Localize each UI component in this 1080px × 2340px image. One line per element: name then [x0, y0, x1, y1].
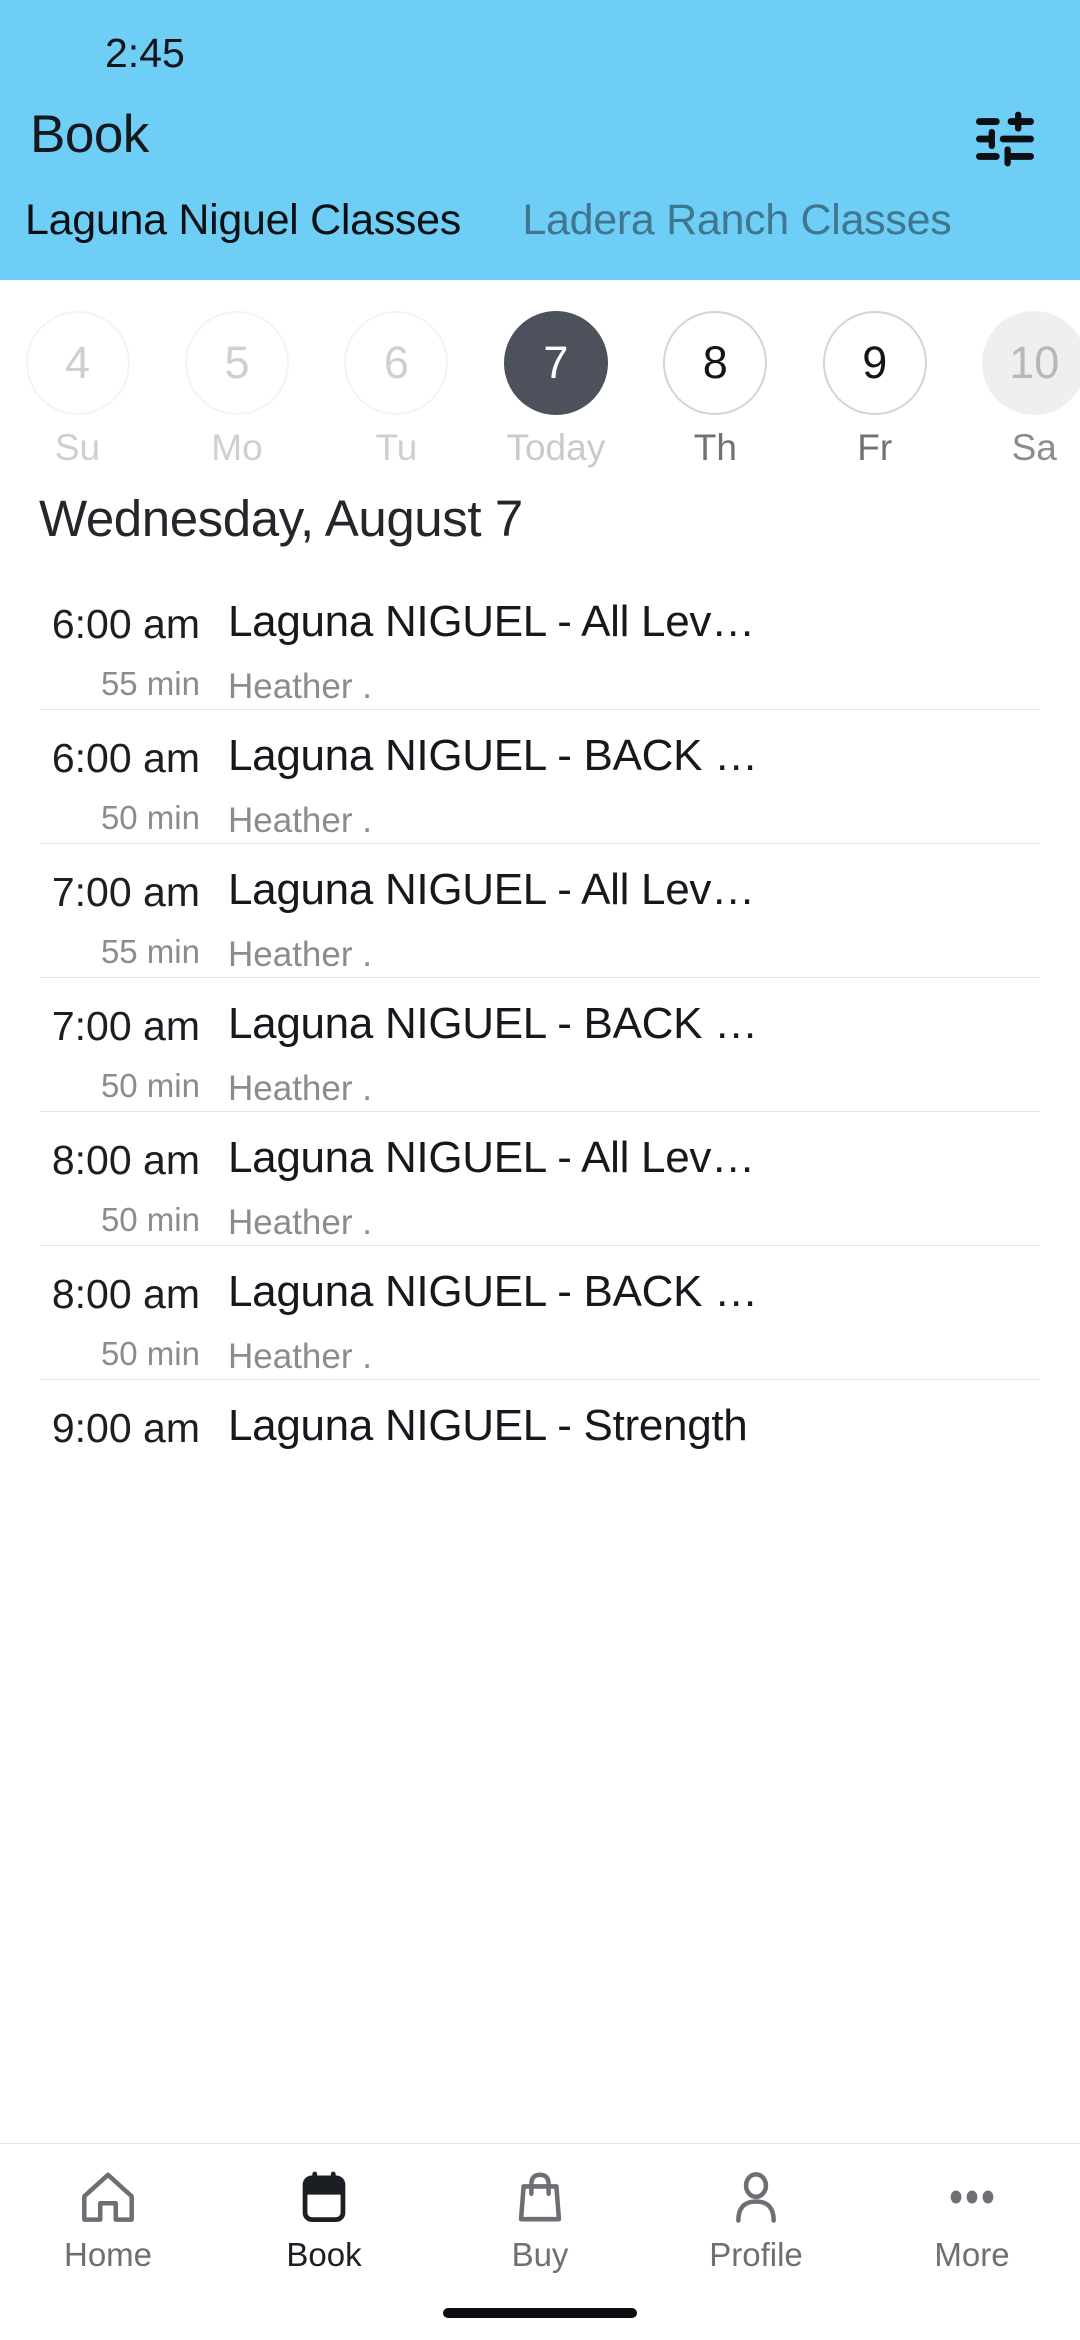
table-row[interactable]: 9:00 am Laguna NIGUEL - Strength [0, 1379, 1080, 1513]
date-strip[interactable]: 4 Su 5 Mo 6 Tu 7 Today 8 Th 9 Fr 10 Sa [0, 280, 1080, 480]
nav-label: Buy [511, 2236, 569, 2273]
date-number[interactable]: 9 [822, 311, 927, 415]
date-weekday: Fr [857, 427, 893, 468]
class-time: 6:00 am [51, 601, 200, 647]
date-cell-4[interactable]: 4 Su [0, 280, 155, 469]
date-weekday: Today [506, 427, 606, 468]
class-instructor: Heather . [228, 1069, 372, 1108]
status-bar: 2:45 [0, 0, 1080, 100]
date-weekday: Tu [375, 427, 418, 468]
class-duration: 50 min [100, 1335, 200, 1372]
date-number[interactable]: 4 [25, 311, 130, 415]
table-row[interactable]: 8:00 am 50 min Laguna NIGUEL - BACK … He… [0, 1245, 1080, 1379]
table-row[interactable]: 8:00 am 50 min Laguna NIGUEL - All Lev… … [0, 1111, 1080, 1245]
date-cell-6[interactable]: 6 Tu [319, 280, 474, 469]
class-time: 7:00 am [51, 869, 200, 915]
day-heading: Wednesday, August 7 [39, 490, 523, 547]
date-cell-9[interactable]: 9 Fr [797, 280, 952, 469]
class-name: Laguna NIGUEL - BACK … [228, 999, 758, 1048]
filter-button[interactable] [972, 110, 1038, 168]
class-name: Laguna NIGUEL - BACK … [228, 731, 758, 780]
class-time: 6:00 am [51, 735, 200, 781]
bag-icon [512, 2168, 568, 2226]
tab-laguna-niguel-classes[interactable]: Laguna Niguel Classes [25, 196, 461, 245]
location-tab-bar[interactable]: Laguna Niguel Classes Ladera Ranch Class… [0, 196, 1080, 280]
date-number[interactable]: 6 [344, 311, 449, 415]
class-name: Laguna NIGUEL - All Lev… [228, 1133, 755, 1182]
nav-label: More [934, 2236, 1010, 2273]
table-row[interactable]: 7:00 am 55 min Laguna NIGUEL - All Lev… … [0, 843, 1080, 977]
class-list[interactable]: 6:00 am 55 min Laguna NIGUEL - All Lev… … [0, 575, 1080, 2143]
class-instructor: Heather . [228, 667, 372, 706]
date-number[interactable]: 5 [184, 311, 289, 415]
class-name: Laguna NIGUEL - BACK … [228, 1267, 758, 1316]
nav-item-more[interactable]: More [864, 2168, 1080, 2274]
class-instructor: Heather . [228, 801, 372, 840]
class-instructor: Heather . [228, 1337, 372, 1376]
person-icon [728, 2168, 784, 2226]
date-number[interactable]: 7 [503, 311, 608, 415]
table-row[interactable]: 6:00 am 50 min Laguna NIGUEL - BACK … He… [0, 709, 1080, 843]
class-time: 8:00 am [51, 1271, 200, 1317]
nav-item-book[interactable]: Book [216, 2168, 432, 2274]
home-icon [80, 2168, 136, 2226]
page-title: Book [30, 105, 149, 164]
date-cell-7-today-selected[interactable]: 7 Today [478, 280, 633, 469]
nav-label: Book [286, 2236, 362, 2273]
class-duration: 50 min [100, 799, 200, 836]
class-duration: 55 min [100, 933, 200, 970]
nav-item-buy[interactable]: Buy [432, 2168, 648, 2274]
class-name: Laguna NIGUEL - All Lev… [228, 865, 755, 914]
bottom-navigation-bar[interactable]: Home Book Buy Profile More [0, 2143, 1080, 2340]
nav-item-profile[interactable]: Profile [648, 2168, 864, 2274]
status-bar-time: 2:45 [105, 30, 185, 76]
date-weekday: Sa [1011, 427, 1057, 468]
date-weekday: Th [693, 427, 737, 468]
date-number[interactable]: 10 [982, 311, 1080, 415]
class-duration: 55 min [100, 665, 200, 702]
class-name: Laguna NIGUEL - Strength [228, 1401, 748, 1450]
class-instructor: Heather . [228, 1203, 372, 1242]
tab-ladera-ranch-classes[interactable]: Ladera Ranch Classes [522, 196, 951, 245]
nav-item-home[interactable]: Home [0, 2168, 216, 2274]
class-time: 9:00 am [51, 1405, 200, 1451]
class-name: Laguna NIGUEL - All Lev… [228, 597, 755, 646]
table-row[interactable]: 7:00 am 50 min Laguna NIGUEL - BACK … He… [0, 977, 1080, 1111]
nav-label: Profile [709, 2236, 803, 2273]
class-instructor: Heather . [228, 935, 372, 974]
class-time: 7:00 am [51, 1003, 200, 1049]
date-cell-10[interactable]: 10 Sa [957, 280, 1080, 469]
date-number[interactable]: 8 [663, 311, 768, 415]
date-cell-8[interactable]: 8 Th [638, 280, 793, 469]
class-time: 8:00 am [51, 1137, 200, 1183]
class-duration: 50 min [100, 1067, 200, 1104]
nav-label: Home [63, 2236, 153, 2273]
date-weekday: Su [54, 427, 101, 468]
date-cell-5[interactable]: 5 Mo [159, 280, 314, 469]
home-indicator[interactable] [443, 2308, 637, 2318]
tune-icon [972, 110, 1038, 168]
class-duration: 50 min [100, 1201, 200, 1238]
title-row: Book [0, 100, 1080, 178]
table-row[interactable]: 6:00 am 55 min Laguna NIGUEL - All Lev… … [0, 575, 1080, 709]
calendar-icon [296, 2168, 352, 2226]
app-header: 2:45 Book Laguna Niguel Classes Ladera R… [0, 0, 1080, 280]
ellipsis-icon [944, 2168, 1000, 2226]
date-weekday: Mo [211, 427, 263, 468]
